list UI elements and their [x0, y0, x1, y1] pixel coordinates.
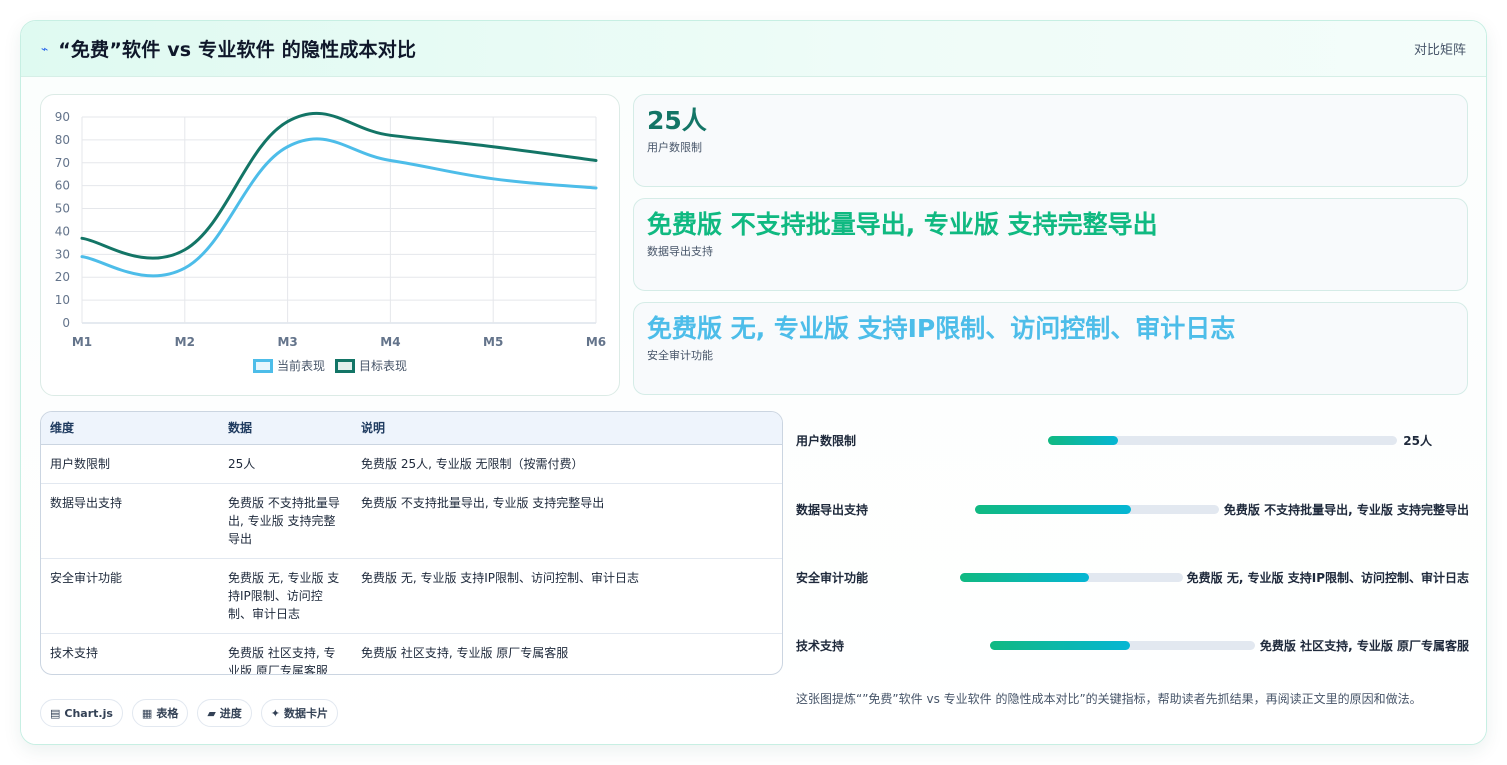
legend-item-current[interactable]: 当前表现: [252, 357, 325, 374]
x-tick-label: M2: [175, 335, 195, 349]
chart-icon: ▤: [50, 706, 61, 720]
table-header-row: 维度 数据 说明: [41, 412, 782, 445]
table-row: 安全审计功能 免费版 无, 专业版 支持IP限制、访问控制、审计日志 免费版 无…: [41, 558, 782, 634]
x-tick-label: M3: [277, 335, 297, 349]
y-tick-label: 60: [55, 179, 70, 193]
main-card: ⌁ “免费”软件 vs 专业软件 的隐性成本对比 对比矩阵 0 10 20 30 40 5…: [20, 20, 1487, 745]
stat-label: 用户数限制: [647, 141, 702, 154]
progress-row-support: 技术支持 免费版 社区支持, 专业版 原厂专属客服: [796, 635, 1469, 655]
chip-label: 进度: [219, 707, 242, 720]
table-icon: ▦: [141, 706, 153, 720]
y-tick-label: 0: [62, 316, 70, 330]
header: ⌁ “免费”软件 vs 专业软件 的隐性成本对比 对比矩阵: [21, 21, 1486, 77]
progress-label: 安全审计功能: [796, 570, 869, 585]
table-row: 技术支持 免费版 社区支持, 专业版 原厂专属客服 免费版 社区支持, 专业版 …: [41, 633, 782, 675]
legend-label-target: 目标表现: [359, 359, 408, 373]
legend-label-current: 当前表现: [276, 359, 325, 373]
stat-card-security: 免费版 无, 专业版 支持IP限制、访问控制、审计日志 安全审计功能: [633, 302, 1468, 395]
feature-chips: ▤ Chart.js ▦ 表格 ▰ 进度 ✦ 数据卡片: [40, 699, 339, 727]
stat-value: 免费版 无, 专业版 支持IP限制、访问控制、审计日志: [647, 314, 1236, 343]
legend-swatch-target: [335, 358, 355, 373]
table-cell: 25人: [219, 444, 352, 484]
table-cell: 技术支持: [50, 645, 99, 660]
stat-value: 25人: [647, 106, 707, 135]
progress-row-users: 用户数限制 25人: [796, 430, 1469, 450]
chip-chartjs[interactable]: ▤ Chart.js: [40, 699, 123, 727]
table-cell: 数据导出支持: [41, 483, 219, 559]
table-cell: 免费版 无, 专业版 支持IP限制、访问控制、审计日志: [219, 558, 352, 634]
progress-label: 技术支持: [796, 638, 845, 653]
stat-label: 数据导出支持: [647, 245, 713, 258]
legend-item-target[interactable]: 目标表现: [335, 357, 407, 374]
summary-note: 这张图提炼“”免费”软件 vs 专业软件 的隐性成本对比”的关键指标，帮助读者先…: [796, 692, 1422, 706]
chip-progress[interactable]: ▰ 进度: [197, 699, 252, 727]
x-tick-label: M4: [380, 335, 400, 349]
progress-label: 用户数限制: [796, 433, 857, 448]
y-tick-label: 20: [55, 270, 70, 284]
progress-label: 数据导出支持: [796, 502, 869, 517]
table-cell: 免费版 无, 专业版 支持IP限制、访问控制、审计日志: [352, 558, 782, 634]
table-cell: 免费版 25人, 专业版 无限制（按需付费）: [352, 444, 782, 484]
y-tick-label: 70: [55, 156, 70, 170]
progress-row-security: 安全审计功能 免费版 无, 专业版 支持IP限制、访问控制、审计日志: [796, 567, 1469, 587]
y-tick-label: 40: [55, 224, 70, 238]
x-tick-label: M1: [72, 335, 92, 349]
series-line-1: [80, 137, 598, 278]
progress-track: [1048, 435, 1397, 445]
chip-data-cards[interactable]: ✦ 数据卡片: [260, 699, 339, 727]
y-tick-label: 30: [55, 247, 70, 261]
table-cell: 免费版 社区支持, 专业版 原厂专属客服: [361, 645, 569, 660]
y-tick-label: 50: [55, 202, 70, 216]
sparkle-icon: ✦: [270, 706, 281, 720]
chart-legend: 当前表现 目标表现: [41, 357, 619, 374]
progress-value: 免费版 不支持批量导出, 专业版 支持完整导出: [1223, 502, 1469, 517]
table-row: 用户数限制 25人 免费版 25人, 专业版 无限制（按需付费）: [41, 444, 782, 484]
progress-fill: [975, 504, 1132, 514]
table-header-cell: 维度: [41, 412, 219, 445]
y-tick-label: 10: [55, 293, 70, 307]
table-row: 数据导出支持 免费版 不支持批量导出, 专业版 支持完整导出 免费版 不支持批量…: [41, 483, 782, 559]
stat-card-users: 25人 用户数限制: [633, 94, 1468, 187]
progress-fill: [990, 640, 1131, 650]
chip-label: Chart.js: [64, 706, 113, 720]
line-chart: 0 10 20 30 40 50 60 70 80 90 M1 M2 M3 M4 M5 M6 当前表现 目标表…: [40, 94, 620, 396]
table-cell: 免费版 不支持批量导出, 专业版 支持完整导出: [219, 483, 352, 559]
progress-row-export: 数据导出支持 免费版 不支持批量导出, 专业版 支持完整导出: [796, 499, 1469, 519]
stat-card-export: 免费版 不支持批量导出, 专业版 支持完整导出 数据导出支持: [633, 198, 1468, 291]
progress-track: [975, 504, 1219, 514]
stat-value: 免费版 不支持批量导出, 专业版 支持完整导出: [647, 210, 1158, 239]
table-header-cell: 数据: [219, 412, 352, 445]
y-tick-label: 90: [55, 110, 70, 124]
comparison-table: 维度 数据 说明 用户数限制 25人 免费版 25人, 专业版 无限制（按需付费…: [40, 411, 783, 675]
progress-track: [990, 640, 1255, 650]
progress-value: 免费版 无, 专业版 支持IP限制、访问控制、审计日志: [1186, 570, 1469, 585]
page-title: “免费”软件 vs 专业软件 的隐性成本对比: [58, 39, 417, 61]
progress-icon: ▰: [207, 706, 216, 720]
x-tick-label: M6: [586, 335, 606, 349]
table-cell: 免费版 社区支持, 专业版 原厂专属客服: [228, 645, 336, 675]
table-header-cell: 说明: [352, 412, 782, 445]
chip-label: 表格: [156, 707, 179, 720]
y-tick-label: 80: [55, 133, 70, 147]
table-cell: 安全审计功能: [41, 558, 219, 634]
stat-label: 安全审计功能: [647, 349, 713, 362]
legend-swatch-current: [252, 358, 273, 373]
progress-track: [960, 572, 1183, 582]
chip-label: 数据卡片: [284, 707, 329, 720]
x-tick-label: M5: [483, 335, 503, 349]
chart-svg: 0 10 20 30 40 50 60 70 80 90 M1 M2 M3 M4 M5 M6: [55, 110, 606, 349]
progress-value: 免费版 社区支持, 专业版 原厂专属客服: [1259, 638, 1469, 653]
progress-value: 25人: [1403, 433, 1432, 448]
table-cell: 免费版 不支持批量导出, 专业版 支持完整导出: [352, 483, 782, 559]
header-label: 对比矩阵: [1413, 43, 1466, 58]
progress-fill: [960, 572, 1090, 582]
table-cell: 用户数限制: [41, 444, 219, 484]
chip-table[interactable]: ▦ 表格: [131, 699, 189, 727]
progress-fill: [1048, 435, 1118, 445]
bolt-icon: ⌁: [41, 41, 49, 56]
